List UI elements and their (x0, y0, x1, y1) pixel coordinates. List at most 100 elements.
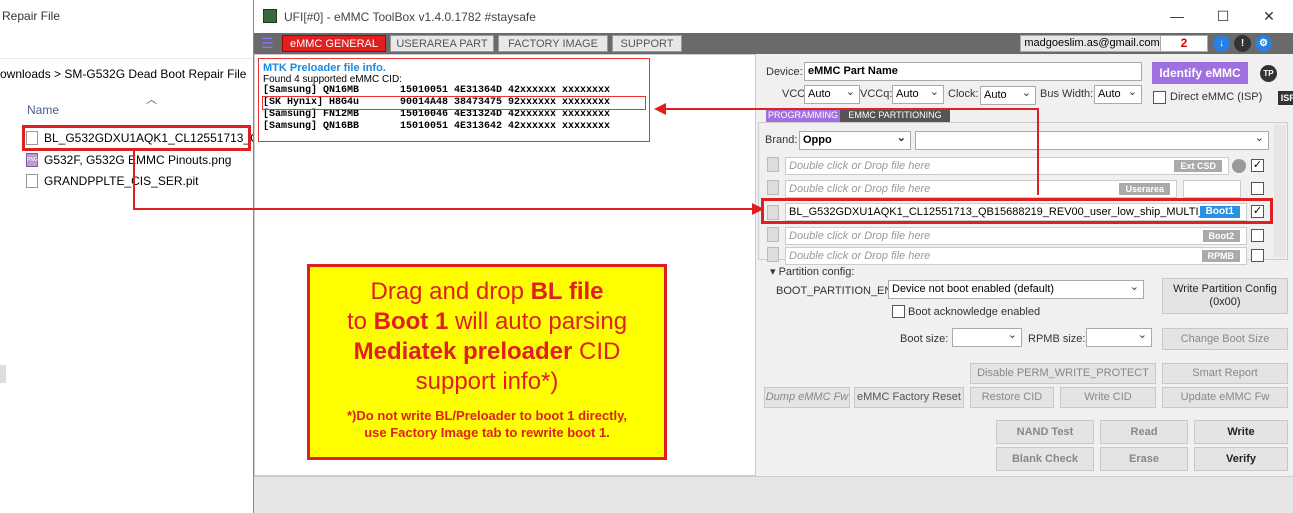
arrow-segment (133, 150, 135, 209)
document-icon (767, 247, 779, 262)
document-icon (767, 180, 779, 195)
boot-ack-checkbox[interactable] (892, 305, 905, 318)
sort-up-icon[interactable]: ︿ (146, 91, 157, 107)
verify-button[interactable]: Verify (1194, 447, 1288, 471)
breadcrumb[interactable]: ownloads > SM-G532G Dead Boot Repair Fil… (0, 67, 246, 81)
brand-select[interactable]: Oppo (799, 130, 911, 150)
cid-vendor: [Samsung] QN16MB (263, 85, 360, 96)
download-icon[interactable]: ↓ (1213, 35, 1230, 52)
partition-tag: Ext CSD (1174, 160, 1222, 172)
blank-check-button[interactable]: Blank Check (996, 447, 1094, 471)
rpmb-size-label: RPMB size: (1028, 333, 1086, 345)
partition-rpmb[interactable]: Double click or Drop file here RPMB (785, 247, 1247, 265)
boot-size-select[interactable] (952, 327, 1022, 347)
rpmb-size-select[interactable] (1086, 327, 1152, 347)
rpmb-checkbox[interactable] (1251, 249, 1264, 262)
file-item-pinouts[interactable]: PNG G532F, G532G EMMC Pinouts.png (26, 150, 231, 170)
callout-bold: Mediatek preloader (353, 338, 573, 365)
emmc-factory-reset-button[interactable]: eMMC Factory Reset (854, 387, 964, 408)
preloader-found: Found 4 supported eMMC CID: (263, 74, 402, 85)
file-explorer: Repair File ownloads > SM-G532G Dead Boo… (0, 0, 267, 513)
callout-line: Drag and drop BL file (310, 277, 664, 307)
callout-line: to Boot 1 will auto parsing (310, 307, 664, 337)
vccq-select[interactable]: Auto (892, 84, 944, 104)
partition-scrollbar[interactable] (1274, 125, 1286, 257)
menu-icon[interactable]: ☰ (261, 36, 275, 50)
device-label: Device: (766, 66, 803, 78)
change-boot-size-button[interactable]: Change Boot Size (1162, 328, 1288, 350)
partition-list: Brand: Oppo Double click or Drop file he… (758, 122, 1288, 265)
partition-text: Double click or Drop file here (789, 250, 931, 262)
boot2-checkbox[interactable] (1251, 229, 1264, 242)
partition-tag: RPMB (1201, 250, 1240, 262)
ext-csd-checkbox[interactable]: ✓ (1251, 159, 1264, 172)
arrow-segment (1037, 108, 1039, 195)
restore-cid-button[interactable]: Restore CID (970, 387, 1054, 408)
bus-width-select[interactable]: Auto (1094, 84, 1142, 104)
tab-bar: ☰ eMMC GENERAL USERAREA PART FACTORY IMA… (254, 33, 1293, 54)
cid-vendor: [Samsung] QN16BB (263, 121, 360, 132)
boot-partition-select[interactable]: Device not boot enabled (default) (888, 279, 1144, 299)
callout-text: will auto parsing (448, 308, 628, 335)
partition-tag: Boot2 (1202, 230, 1240, 242)
tp-button[interactable]: TP (1260, 65, 1277, 82)
direct-emmc-checkbox[interactable] (1153, 91, 1166, 104)
cid-row: [Samsung] QN16MB 15010051 4E31364D 42xxxx… (263, 85, 645, 97)
minimize-icon[interactable]: — (1154, 3, 1200, 29)
alert-icon[interactable]: ! (1234, 35, 1251, 52)
subtab-programming[interactable]: PROGRAMMING (766, 109, 840, 122)
partition-ext-csd[interactable]: Double click or Drop file here Ext CSD (785, 157, 1229, 175)
control-panel: Device: eMMC Part Name Identify eMMC TP … (756, 54, 1293, 476)
write-cid-button[interactable]: Write CID (1060, 387, 1156, 408)
file-icon (26, 174, 38, 188)
ufi-window: UFI[#0] - eMMC ToolBox v1.4.0.1782 #stay… (253, 0, 1293, 513)
write-partition-config-button[interactable]: Write Partition Config (0x00) (1162, 278, 1288, 314)
update-emmc-fw-button[interactable]: Update eMMC Fw (1162, 387, 1288, 408)
preloader-title: MTK Preloader file info. (263, 62, 386, 74)
preloader-info-box: MTK Preloader file info. Found 4 support… (258, 58, 650, 142)
clock-select[interactable]: Auto (980, 85, 1036, 105)
disable-write-protect-button[interactable]: Disable PERM_WRITE_PROTECT (970, 363, 1156, 384)
dump-emmc-fw-button[interactable]: Dump eMMC Fw (764, 387, 850, 408)
clock-label: Clock: (948, 88, 979, 100)
smart-report-button[interactable]: Smart Report (1162, 363, 1288, 384)
userarea-offset-input[interactable] (1183, 180, 1241, 198)
cid-row: [Samsung] QN16BB 15010051 4E313642 42xxxx… (263, 121, 645, 133)
column-header-name[interactable]: Name (27, 103, 59, 117)
instruction-callout: Drag and drop BL file to Boot 1 will aut… (307, 264, 667, 460)
explorer-title: Repair File (2, 9, 61, 23)
partition-userarea[interactable]: Double click or Drop file here Userarea (785, 180, 1177, 198)
settings-gear-icon[interactable] (1232, 159, 1246, 173)
model-select[interactable] (915, 130, 1269, 150)
callout-bold: BL file (530, 278, 604, 305)
identify-emmc-button[interactable]: Identify eMMC (1152, 62, 1248, 84)
isp-badge: ISP (1278, 91, 1293, 105)
log-panel: MTK Preloader file info. Found 4 support… (254, 54, 756, 476)
device-input[interactable]: eMMC Part Name (804, 62, 1142, 81)
vcc-select[interactable]: Auto (804, 84, 860, 104)
tab-factory-image[interactable]: FACTORY IMAGE (498, 35, 608, 52)
write-button[interactable]: Write (1194, 420, 1288, 444)
status-bar (254, 476, 1293, 513)
callout-bold: Boot 1 (373, 308, 449, 335)
gear-icon[interactable]: ⚙ (1255, 35, 1272, 52)
button-line: Write Partition Config (1173, 283, 1277, 295)
vccq-label: VCCq: (860, 88, 893, 100)
document-icon (767, 157, 779, 172)
subtab-emmc-partitioning[interactable]: EMMC PARTITIONING (840, 109, 950, 122)
close-icon[interactable]: ✕ (1246, 3, 1292, 29)
callout-text: Drag and drop (370, 278, 531, 305)
maximize-icon[interactable]: ☐ (1200, 3, 1246, 29)
nand-test-button[interactable]: NAND Test (996, 420, 1094, 444)
footnote-line: *)Do not write BL/Preloader to boot 1 di… (346, 408, 627, 423)
tab-userarea-part[interactable]: USERAREA PART (390, 35, 494, 52)
read-button[interactable]: Read (1100, 420, 1188, 444)
erase-button[interactable]: Erase (1100, 447, 1188, 471)
callout-footnote: *)Do not write BL/Preloader to boot 1 di… (310, 407, 664, 441)
collapse-icon[interactable]: ▾ (770, 266, 776, 278)
userarea-checkbox[interactable] (1251, 182, 1264, 195)
file-item-pit[interactable]: GRANDPPLTE_CIS_SER.pit (26, 171, 199, 191)
tab-support[interactable]: SUPPORT (612, 35, 682, 52)
tab-emmc-general[interactable]: eMMC GENERAL (282, 35, 386, 52)
partition-boot2[interactable]: Double click or Drop file here Boot2 (785, 227, 1247, 245)
